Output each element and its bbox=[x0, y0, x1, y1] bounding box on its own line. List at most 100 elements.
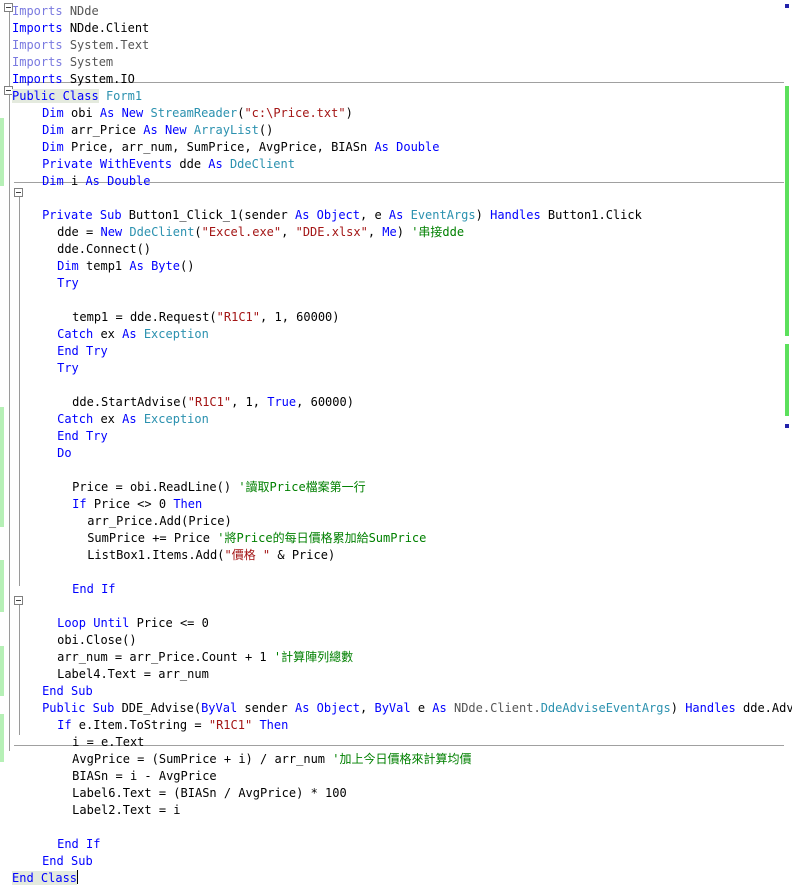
code-line[interactable]: Private WithEvents dde As DdeClient bbox=[42, 156, 295, 173]
code-token: e bbox=[410, 701, 433, 715]
code-line[interactable]: Dim temp1 As Byte() bbox=[57, 258, 194, 275]
code-token: BIASn = i - AvgPrice bbox=[72, 769, 217, 783]
code-line[interactable]: End Try bbox=[57, 428, 108, 445]
code-token: As bbox=[85, 174, 100, 188]
code-token: Catch bbox=[57, 327, 94, 341]
code-token: SumPrice += Price bbox=[87, 531, 218, 545]
code-line[interactable]: Public Sub DDE_Advise(ByVal sender As Ob… bbox=[42, 700, 792, 717]
code-token: "Excel.exe" bbox=[201, 225, 282, 239]
code-line[interactable]: Imports System bbox=[12, 54, 113, 71]
code-line[interactable]: Try bbox=[57, 360, 79, 377]
code-token: Imports bbox=[12, 4, 63, 18]
code-token: '將Price的每日價格累加給SumPrice bbox=[217, 531, 427, 545]
code-token: ArrayList bbox=[193, 123, 259, 137]
code-token: ) bbox=[396, 225, 412, 239]
code-token: End bbox=[42, 854, 64, 868]
code-line[interactable]: BIASn = i - AvgPrice bbox=[72, 768, 217, 785]
code-line[interactable]: End Try bbox=[57, 343, 108, 360]
outline-guide-line bbox=[19, 196, 20, 586]
code-line[interactable]: obi.Close() bbox=[57, 632, 136, 649]
code-line[interactable]: dde.Connect() bbox=[57, 241, 151, 258]
code-token: Label4.Text = arr_num bbox=[57, 667, 209, 681]
code-line[interactable]: dde = New DdeClient("Excel.exe", "DDE.xl… bbox=[57, 224, 464, 241]
code-line[interactable]: Imports System.Text bbox=[12, 37, 149, 54]
code-line[interactable]: Public Class Form1 bbox=[12, 88, 142, 105]
code-token: , bbox=[360, 701, 375, 715]
code-line[interactable]: Catch ex As Exception bbox=[57, 326, 209, 343]
code-token: ex bbox=[93, 412, 123, 426]
code-line[interactable]: Dim Price, arr_num, SumPrice, AvgPrice, … bbox=[42, 139, 439, 156]
code-line[interactable]: arr_num = arr_Price.Count + 1 '計算陣列總數 bbox=[57, 649, 353, 666]
code-token: Dim bbox=[42, 106, 64, 120]
code-token: DDE_Advise( bbox=[114, 701, 202, 715]
code-token: Label6.Text = (BIASn / AvgPrice) * 100 bbox=[72, 786, 347, 800]
code-line[interactable]: End If bbox=[57, 836, 100, 853]
code-line[interactable]: Dim i As Double bbox=[42, 173, 150, 190]
code-token: If bbox=[72, 497, 87, 511]
code-line[interactable]: If e.Item.ToString = "R1C1" Then bbox=[57, 717, 288, 734]
code-token: Try bbox=[86, 344, 108, 358]
code-line[interactable]: Do bbox=[57, 445, 71, 462]
code-line[interactable]: End If bbox=[72, 581, 115, 598]
marker-track-segment-2[interactable] bbox=[785, 344, 789, 416]
code-line[interactable]: Price = obi.ReadLine() '讀取Price檔案第一行 bbox=[72, 479, 366, 496]
code-token: ) bbox=[475, 208, 491, 222]
code-line[interactable]: If Price <> 0 Then bbox=[72, 496, 202, 513]
code-line[interactable]: Imports System.IO bbox=[12, 71, 135, 88]
code-line[interactable]: Imports NDde.Client bbox=[12, 20, 149, 37]
code-token: WithEvents bbox=[99, 157, 173, 171]
code-line[interactable]: End Sub bbox=[42, 853, 93, 870]
code-token: "DDE.xlsx" bbox=[295, 225, 368, 239]
code-line[interactable]: Label2.Text = i bbox=[72, 802, 180, 819]
code-line[interactable]: ListBox1.Items.Add("價格 " & Price) bbox=[87, 547, 335, 564]
code-token: "價格 " bbox=[224, 548, 271, 562]
code-token: End bbox=[57, 837, 79, 851]
code-line[interactable]: Label6.Text = (BIASn / AvgPrice) * 100 bbox=[72, 785, 347, 802]
code-token: Sub bbox=[71, 854, 93, 868]
outline-guide-line bbox=[19, 605, 20, 735]
code-token: , 60000) bbox=[296, 395, 354, 409]
code-token: sender bbox=[237, 701, 295, 715]
code-token: Sub bbox=[99, 208, 122, 222]
code-line[interactable]: Dim obi As New StreamReader("c:\Price.tx… bbox=[42, 105, 353, 122]
code-token: End bbox=[57, 429, 79, 443]
code-token: Byte bbox=[151, 259, 180, 273]
code-token: New bbox=[100, 225, 123, 239]
code-token: Private bbox=[42, 157, 93, 171]
code-token: , bbox=[281, 225, 296, 239]
code-token: StreamReader bbox=[150, 106, 238, 120]
outline-collapse-toggle[interactable] bbox=[14, 596, 23, 605]
code-token: '加上今日價格來計算均價 bbox=[332, 752, 472, 766]
code-token: arr_num = arr_Price.Count + 1 bbox=[57, 650, 274, 664]
code-line[interactable]: End Class bbox=[12, 870, 79, 887]
code-line[interactable]: temp1 = dde.Request("R1C1", 1, 60000) bbox=[72, 309, 339, 326]
code-token: DdeClient bbox=[229, 157, 295, 171]
code-line[interactable]: Private Sub Button1_Click_1(sender As Ob… bbox=[42, 207, 642, 224]
code-line[interactable]: i = e.Text bbox=[72, 734, 144, 751]
code-line[interactable]: arr_Price.Add(Price) bbox=[87, 513, 232, 530]
code-line[interactable]: SumPrice += Price '將Price的每日價格累加給SumPric… bbox=[87, 530, 426, 547]
code-token: If bbox=[57, 718, 72, 732]
outline-collapse-toggle[interactable] bbox=[14, 188, 23, 197]
marker-dot bbox=[785, 424, 789, 428]
code-line[interactable]: Imports NDde bbox=[12, 3, 99, 20]
code-line[interactable]: End Sub bbox=[42, 683, 93, 700]
code-token: True bbox=[267, 395, 297, 409]
marker-track-segment-1[interactable] bbox=[785, 86, 789, 336]
code-line[interactable]: AvgPrice = (SumPrice + i) / arr_num '加上今… bbox=[72, 751, 471, 768]
code-line[interactable]: Catch ex As Exception bbox=[57, 411, 209, 428]
outlining-gutter[interactable] bbox=[0, 0, 30, 763]
code-line[interactable]: Label4.Text = arr_num bbox=[57, 666, 209, 683]
code-line[interactable]: Dim arr_Price As New ArrayList() bbox=[42, 122, 273, 139]
code-token: , bbox=[367, 225, 383, 239]
code-token: As bbox=[99, 106, 115, 120]
code-editor[interactable]: Imports NDde Imports NDde.Client Imports S… bbox=[0, 0, 792, 885]
code-line[interactable]: dde.StartAdvise("R1C1", 1, True, 60000) bbox=[72, 394, 354, 411]
code-token: Button1.Click bbox=[540, 208, 642, 222]
code-line[interactable]: Loop Until Price <= 0 bbox=[57, 615, 209, 632]
code-line[interactable]: Try bbox=[57, 275, 79, 292]
